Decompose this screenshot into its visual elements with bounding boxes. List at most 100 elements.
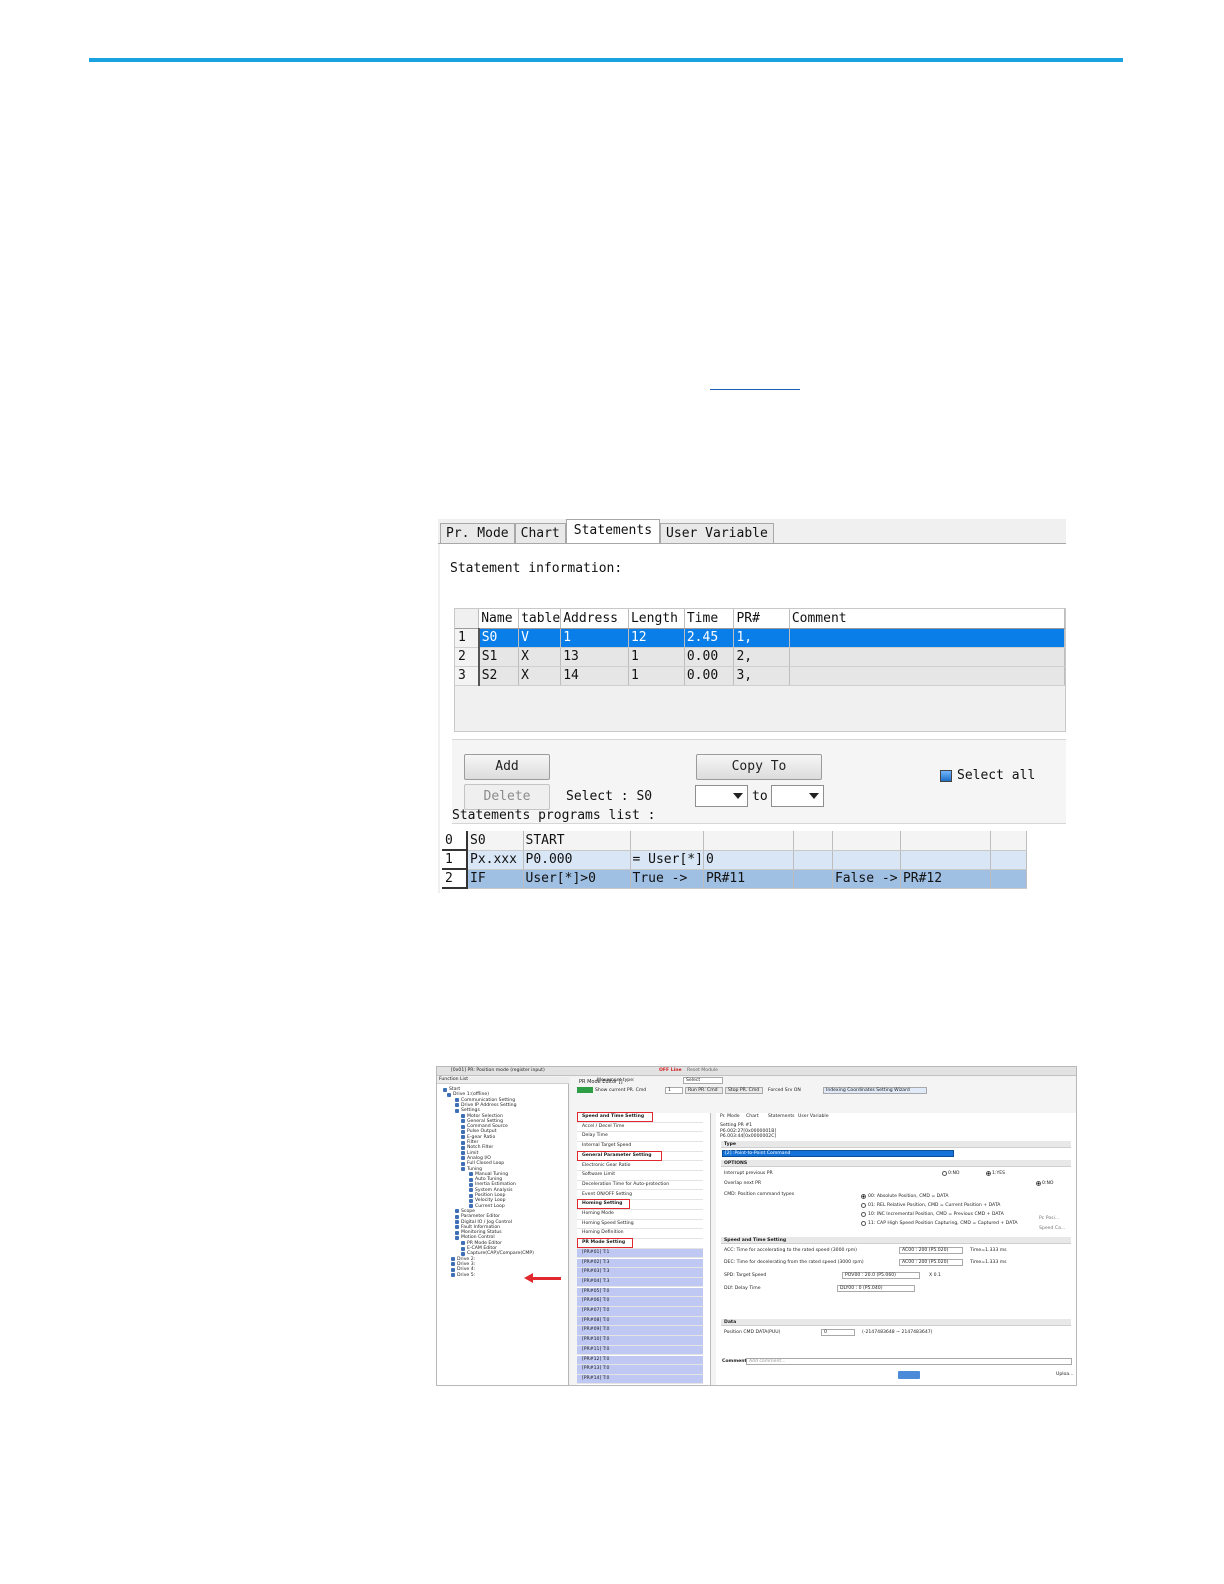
copy-to-select[interactable] [771,785,824,807]
pr-list-item[interactable]: [PR#08] T:0 [577,1316,703,1327]
cell-comment[interactable] [789,666,1066,686]
program-cell[interactable]: Px.xxx [467,850,524,870]
tree-item[interactable]: Current Loop [475,1204,505,1209]
pr-list-item[interactable]: [PR#07] T:0 [577,1307,703,1317]
pr-list-item[interactable]: [PR#02] T:3 [577,1258,703,1269]
cell-pr[interactable]: 3, [733,666,790,686]
copy-from-select[interactable] [695,785,748,807]
tree-item[interactable]: Capture(CAP)/Compare(CMP) [467,1251,534,1256]
program-cell[interactable] [630,831,704,851]
program-cell[interactable] [703,831,794,851]
tree-item[interactable]: E-gear Ratio [467,1135,495,1140]
tree-item[interactable]: Motor Selection [467,1114,503,1119]
program-cell[interactable] [900,850,991,870]
tab-user-variable[interactable]: User Variable [798,1114,829,1119]
program-cell[interactable]: False -> [832,869,901,889]
program-cell[interactable]: IF [467,869,524,889]
tab-chart[interactable]: Chart [746,1114,759,1119]
overlap-no-radio[interactable] [1036,1181,1041,1186]
pr-list-item[interactable]: [PR#04] T:3 [577,1277,703,1288]
tree-item[interactable]: Drive 2: [457,1257,475,1262]
tree-item[interactable]: Motion Control [461,1235,495,1240]
pr-list-item[interactable]: [PR#13] T:0 [577,1365,703,1375]
show-current-pr-checkbox[interactable]: Show current PR. Cmd [595,1088,646,1093]
tab-user-variable[interactable]: User Variable [660,523,774,543]
tree-item[interactable]: Tuning [467,1167,482,1172]
interrupt-yes-radio[interactable] [986,1171,991,1176]
cmd-type-radio[interactable] [861,1212,866,1217]
cmd-type-radio[interactable] [861,1203,866,1208]
column-header[interactable]: table [518,609,562,629]
program-cell[interactable]: User[*]>0 [523,869,631,889]
program-row[interactable]: 1 Px.xxx P0.000 = User[*] 0 [442,850,1027,870]
cell-table[interactable]: V [518,628,562,648]
list-item[interactable]: Software Limit [577,1171,703,1181]
cell-pr[interactable]: 1, [733,628,790,648]
tab-pr-mode[interactable]: Pr. Mode [440,523,515,543]
program-cell[interactable]: 0 [703,850,794,870]
reset-module-button[interactable]: Reset Module [687,1068,718,1073]
tree-item[interactable]: Pulse Output [467,1129,497,1134]
cell-address[interactable]: 14 [560,666,629,686]
pr-number-input[interactable]: 1 [665,1087,683,1094]
tree-item[interactable]: Drive 1:(offline) [453,1092,489,1097]
program-cell[interactable] [832,831,901,851]
tree-item[interactable]: Notch Filter [467,1145,493,1150]
run-pr-cmd-button[interactable]: Run PR. Cmd [685,1087,723,1094]
copy-to-button[interactable]: Copy To [696,754,822,780]
program-cell[interactable] [793,850,833,870]
table-row[interactable]: 1 S0 V 1 12 2.45 1, [455,628,1066,648]
indexing-wizard-button[interactable]: Indexing Coordinates Setting Wizard [823,1087,927,1094]
cell-comment[interactable] [789,628,1066,648]
column-header[interactable]: Address [560,609,629,629]
pr-list-item[interactable]: [PR#09] T:0 [577,1326,703,1336]
cell-address[interactable]: 1 [560,628,629,648]
acc-select[interactable]: AC00 : 200 (P5.020) [899,1247,963,1254]
program-cell[interactable]: P0.000 [523,850,631,870]
cmd-type-radio[interactable] [861,1194,866,1199]
tab-statements[interactable]: Statements [565,519,661,543]
stop-pr-cmd-button[interactable]: Stop PR. Cmd [725,1087,763,1094]
tab-statements[interactable]: Statements [768,1114,795,1119]
program-row[interactable]: 2 IF User[*]>0 True -> PR#11 False -> PR… [442,869,1027,889]
cell-comment[interactable] [789,647,1066,667]
program-cell[interactable]: START [523,831,631,851]
tree-item[interactable]: Settings [461,1108,480,1113]
table-row[interactable]: 2 S1 X 13 1 0.00 2, [455,647,1066,667]
pr-list-item[interactable]: [PR#01] T:1 [577,1248,703,1259]
cell-pr[interactable]: 2, [733,647,790,667]
program-cell[interactable] [900,831,991,851]
column-header[interactable]: PR# [733,609,790,629]
program-cell[interactable] [832,850,901,870]
program-row[interactable]: 0 S0 START [442,831,1027,851]
cell-time[interactable]: 0.00 [684,647,735,667]
comment-input[interactable]: Add comment... [746,1358,1072,1365]
tree-item[interactable]: Drive 5: [457,1273,475,1278]
tab-pr-mode[interactable]: Pr. Mode [720,1114,740,1119]
tree-item[interactable]: Parameter Editor [461,1214,500,1219]
cell-name[interactable]: S2 [478,666,520,686]
program-cell[interactable] [793,869,833,889]
cell-length[interactable]: 1 [628,666,685,686]
tree-item[interactable]: Velocity Loop [475,1198,506,1203]
cell-table[interactable]: X [518,666,562,686]
program-cell[interactable] [990,831,1027,851]
table-row[interactable]: 3 S2 X 14 1 0.00 3, [455,666,1066,686]
tree-item[interactable]: System Analysis [475,1188,513,1193]
pr-list-item[interactable]: [PR#10] T:0 [577,1336,703,1346]
program-cell[interactable]: = User[*] [630,850,704,870]
cell-length[interactable]: 12 [628,628,685,648]
forced-srv-on-checkbox[interactable]: Forced Srv ON [768,1088,801,1093]
cell-name[interactable]: S1 [478,647,520,667]
tree-item[interactable]: Communication Setting [461,1098,515,1103]
list-item[interactable]: Accel / Decel Time [577,1123,703,1133]
select-all-checkbox[interactable] [940,770,952,782]
program-cell[interactable]: True -> [630,869,704,889]
tree-item[interactable]: Inertia Estimation [475,1182,516,1187]
pr-list-item[interactable]: [PR#05] T:0 [577,1287,703,1298]
pr-list-item[interactable]: [PR#06] T:0 [577,1297,703,1307]
tree-item[interactable]: Limit [467,1151,478,1156]
column-header[interactable]: Name [478,609,520,629]
navigate-arrows-icon[interactable] [898,1371,920,1379]
list-item[interactable]: Deceleration Time for Auto-protection [577,1181,703,1191]
